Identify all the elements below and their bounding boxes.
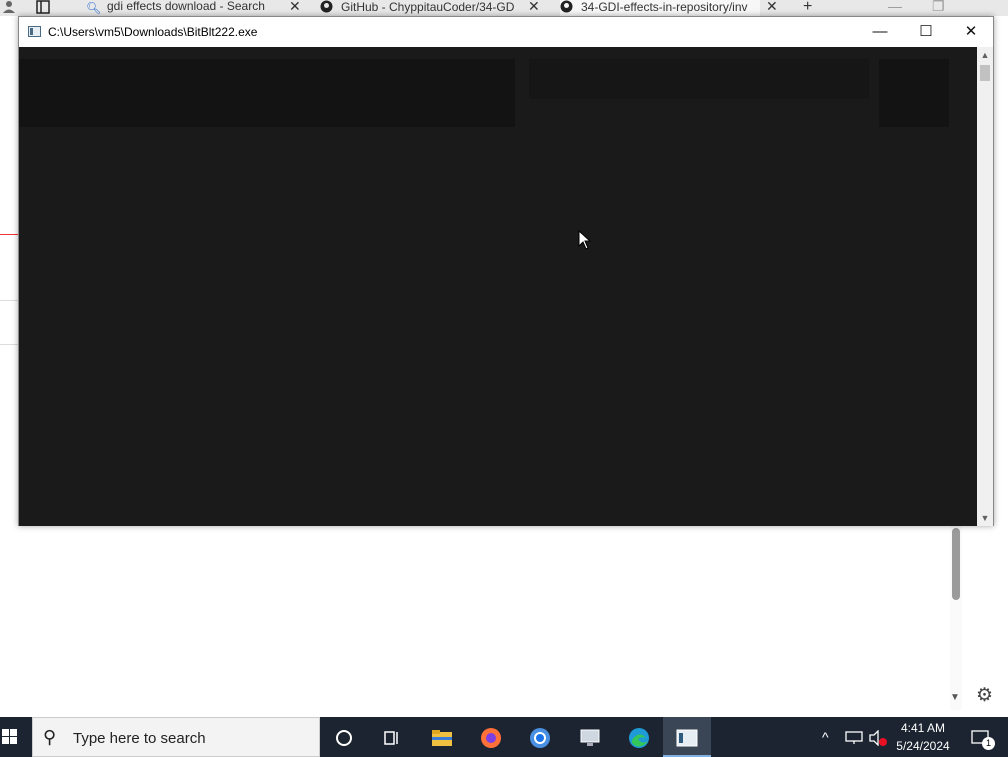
tab-github-inv[interactable]: 34-GDI-effects-in-repository/inv	[560, 0, 760, 16]
firefox-icon[interactable]	[467, 717, 515, 757]
tab-actions-icon[interactable]	[36, 0, 52, 16]
search-placeholder: Type here to search	[73, 730, 206, 747]
windows-logo-icon	[2, 729, 9, 736]
gear-icon[interactable]: ⚙	[976, 684, 993, 707]
cortana-icon[interactable]	[320, 717, 368, 757]
taskbar: ⚲ Type here to search ^ 4:41 AM 5/24/202…	[0, 717, 1008, 757]
github-icon	[560, 0, 573, 13]
browser-restore-icon[interactable]: ❐	[932, 0, 945, 15]
volume-muted-icon[interactable]	[868, 717, 888, 757]
mouse-pointer-icon	[578, 230, 592, 250]
notification-center-icon[interactable]: 1	[960, 717, 1000, 757]
console-scrollbar[interactable]: ▲ ▼	[977, 47, 993, 526]
browser-tab-strip: 🔍︎ gdi effects download - Search ✕ GitHub…	[0, 0, 1008, 16]
ghost-menu	[879, 59, 949, 127]
close-tab-icon[interactable]: ✕	[528, 0, 540, 15]
task-view-icon[interactable]	[368, 717, 416, 757]
ghost-searchbar	[529, 59, 869, 99]
scroll-down-arrow-icon[interactable]: ▼	[950, 692, 960, 703]
divider	[0, 344, 18, 345]
console-app-taskbar-button[interactable]	[663, 717, 711, 757]
console-app-icon	[28, 26, 41, 37]
search-icon: ⚲	[43, 727, 57, 747]
console-window: C:\Users\vm5\Downloads\BitBlt222.exe — ☐…	[18, 16, 994, 526]
github-icon	[320, 0, 333, 13]
file-explorer-icon[interactable]	[418, 717, 466, 757]
close-tab-icon[interactable]: ✕	[289, 0, 301, 15]
console-scroll-thumb[interactable]	[980, 65, 990, 81]
window-title: C:\Users\vm5\Downloads\BitBlt222.exe	[48, 25, 258, 39]
taskbar-search-box[interactable]: ⚲ Type here to search	[32, 717, 320, 757]
close-tab-icon[interactable]: ✕	[766, 0, 778, 15]
scroll-down-arrow-icon[interactable]: ▼	[977, 510, 993, 526]
system-clock[interactable]: 4:41 AM 5/24/2024	[888, 719, 958, 755]
divider	[0, 300, 18, 301]
browser-minimize-icon[interactable]: —	[888, 0, 902, 14]
clock-time: 4:41 AM	[900, 721, 946, 735]
window-titlebar[interactable]: C:\Users\vm5\Downloads\BitBlt222.exe — ☐…	[19, 17, 993, 47]
tab-github-repo[interactable]: GitHub - ChyppitauCoder/34-GD	[320, 0, 520, 16]
start-button[interactable]	[0, 717, 32, 757]
browser-scroll-thumb[interactable]	[952, 528, 960, 600]
browser-left-edge	[0, 16, 18, 536]
divider	[0, 234, 18, 235]
console-output-area[interactable]	[19, 47, 977, 526]
windows-logo-part	[2, 737, 9, 744]
search-icon: 🔍︎	[86, 1, 102, 15]
windows-logo-part	[10, 737, 17, 744]
maximize-button[interactable]: ☐	[903, 17, 949, 47]
desktop-screen: 🔍︎ gdi effects download - Search ✕ GitHub…	[0, 0, 1008, 757]
close-button[interactable]: ✕	[948, 17, 994, 47]
network-icon[interactable]	[845, 717, 863, 757]
chrome-icon[interactable]	[516, 717, 564, 757]
windows-logo-part	[10, 729, 17, 736]
notification-count-badge: 1	[982, 737, 995, 750]
new-tab-button[interactable]: +	[803, 0, 812, 16]
minimize-button[interactable]: —	[857, 17, 903, 47]
ghost-header	[19, 59, 515, 127]
chevron-up-icon[interactable]: ^	[822, 717, 829, 757]
scroll-up-arrow-icon[interactable]: ▲	[977, 47, 993, 63]
edge-icon[interactable]	[615, 717, 663, 757]
clock-date: 5/24/2024	[896, 739, 950, 753]
profile-icon[interactable]	[2, 0, 16, 16]
remote-desktop-icon[interactable]	[566, 717, 614, 757]
tab-search[interactable]: 🔍︎ gdi effects download - Search	[86, 0, 276, 16]
